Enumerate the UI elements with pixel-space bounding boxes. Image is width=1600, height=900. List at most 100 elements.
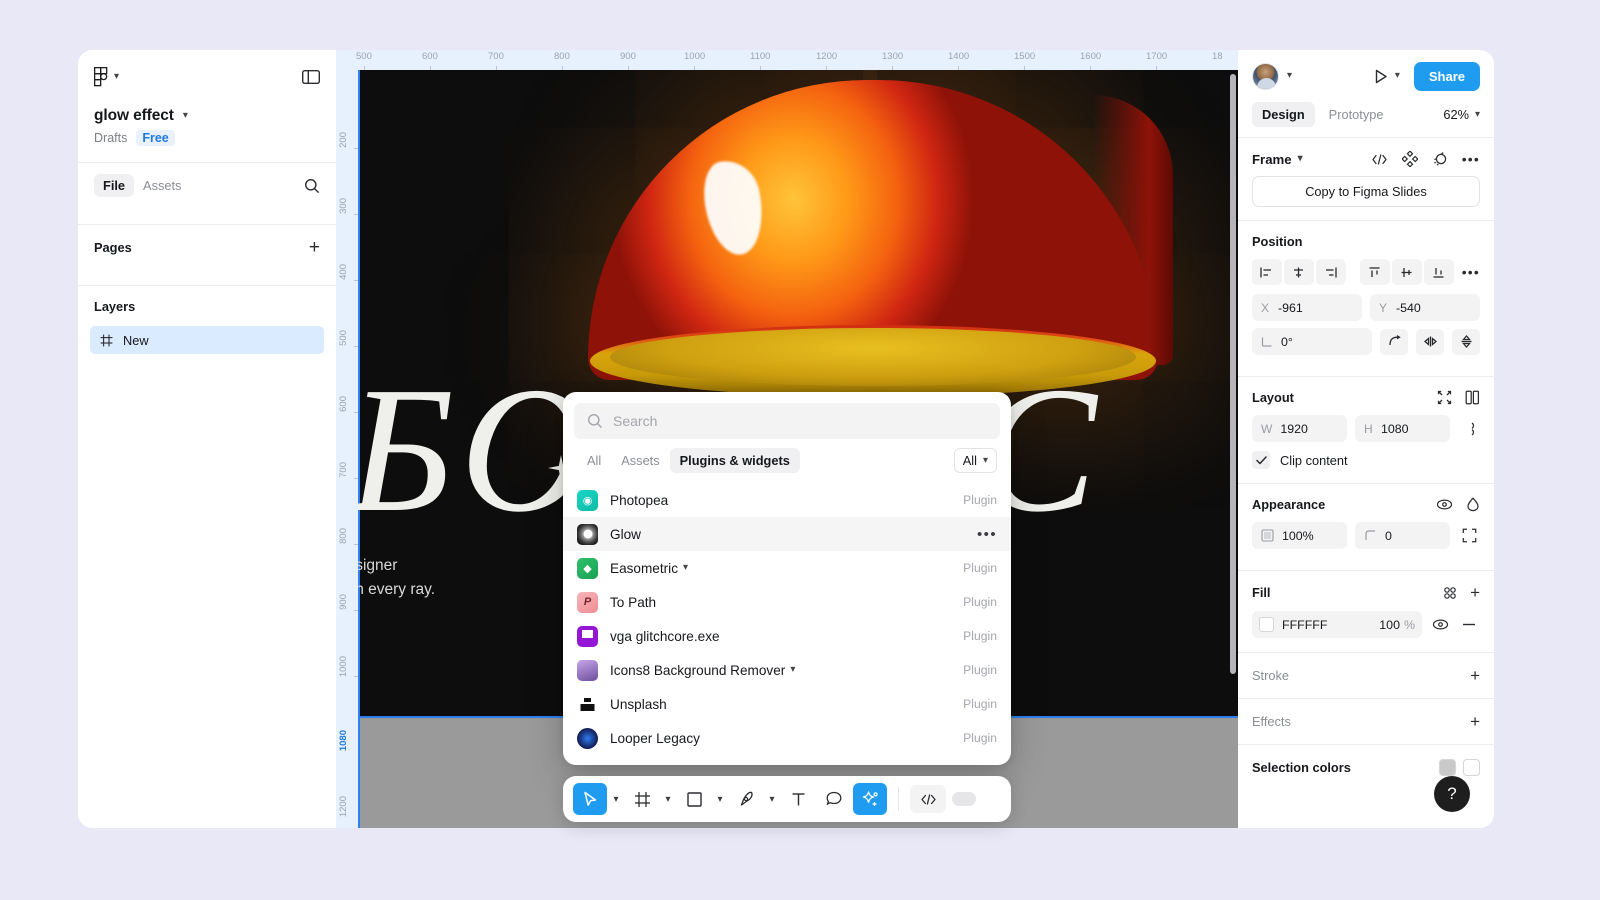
- plus-icon[interactable]: +: [1470, 584, 1480, 601]
- selection-actions: •••: [1371, 151, 1480, 167]
- dev-mode-button[interactable]: [910, 785, 946, 813]
- plus-icon[interactable]: +: [309, 238, 320, 257]
- independent-corners-icon[interactable]: [1458, 528, 1480, 543]
- position-title: Position: [1252, 234, 1302, 249]
- chevron-down-icon[interactable]: ▾: [1287, 71, 1292, 81]
- shape-tool-caret-icon[interactable]: ▾: [713, 783, 727, 815]
- styles-icon[interactable]: [1443, 586, 1457, 600]
- plugin-row-to-path[interactable]: P To Path Plugin: [563, 585, 1011, 619]
- filter-all[interactable]: All: [577, 448, 611, 473]
- fill-swatch[interactable]: [1259, 617, 1274, 632]
- visible-eye-icon[interactable]: [1429, 618, 1451, 631]
- zoom-control[interactable]: 62% ▾: [1443, 107, 1480, 122]
- shape-tool-button[interactable]: [677, 783, 711, 815]
- plugin-row-photopea[interactable]: ◉ Photopea Plugin: [563, 483, 1011, 517]
- chevron-down-icon[interactable]: ▾: [1395, 71, 1400, 81]
- selection-type[interactable]: Frame ▾: [1252, 152, 1303, 167]
- opacity-field[interactable]: 100%: [1252, 522, 1347, 549]
- align-bottom-icon[interactable]: [1424, 259, 1454, 285]
- align-horizontal-center-icon[interactable]: [1284, 259, 1314, 285]
- code-icon[interactable]: [1371, 153, 1388, 166]
- copy-to-figma-slides-button[interactable]: Copy to Figma Slides: [1252, 176, 1480, 207]
- resize-to-fit-icon[interactable]: [1437, 390, 1452, 405]
- plugin-row-glow[interactable]: Glow •••: [563, 517, 1011, 551]
- text-tool-button[interactable]: [781, 783, 815, 815]
- kind-select[interactable]: All ▾: [954, 448, 997, 473]
- chevron-down-icon[interactable]: ▾: [683, 563, 688, 573]
- filter-plugins-widgets[interactable]: Plugins & widgets: [670, 448, 800, 473]
- dev-mode-toggle[interactable]: [952, 792, 976, 806]
- fill-color-field[interactable]: FFFFFF 100 %: [1252, 611, 1422, 638]
- clip-content-checkbox[interactable]: [1252, 451, 1270, 469]
- visible-eye-icon[interactable]: [1436, 498, 1453, 511]
- filter-assets[interactable]: Assets: [611, 448, 669, 473]
- frame-tool-caret-icon[interactable]: ▾: [661, 783, 675, 815]
- tab-prototype[interactable]: Prototype: [1319, 102, 1394, 127]
- y-position-field[interactable]: Y -540: [1370, 294, 1480, 321]
- selection-color-swatch[interactable]: [1439, 759, 1456, 776]
- help-button[interactable]: ?: [1434, 776, 1470, 812]
- figma-home-button[interactable]: ▾: [94, 67, 119, 87]
- corner-radius-icon[interactable]: [1380, 329, 1408, 355]
- flip-vertical-icon[interactable]: [1452, 329, 1480, 355]
- layer-name: New: [123, 333, 149, 348]
- more-icon[interactable]: •••: [1462, 264, 1480, 280]
- layer-item-new[interactable]: New: [90, 326, 324, 354]
- clip-content-row[interactable]: Clip content: [1252, 451, 1480, 469]
- plugin-row-icons8-background-remover[interactable]: Icons8 Background Remover ▾ Plugin: [563, 653, 1011, 687]
- plugin-row-vga-glitchcore[interactable]: vga glitchcore.exe Plugin: [563, 619, 1011, 653]
- comment-tool-button[interactable]: [817, 783, 851, 815]
- ruler-tick: 1400: [948, 51, 969, 62]
- width-field[interactable]: W 1920: [1252, 415, 1347, 442]
- rotation-field[interactable]: 0°: [1252, 328, 1372, 355]
- plugin-row-easometric[interactable]: ◆ Easometric ▾ Plugin: [563, 551, 1011, 585]
- height-field[interactable]: H 1080: [1355, 415, 1450, 442]
- frame-tool-button[interactable]: [625, 783, 659, 815]
- tab-file[interactable]: File: [94, 174, 134, 197]
- actions-tool-button[interactable]: [853, 783, 887, 815]
- move-tool-button[interactable]: [573, 783, 607, 815]
- popover-search-bar[interactable]: [574, 403, 1000, 439]
- more-icon[interactable]: •••: [977, 526, 997, 543]
- play-icon[interactable]: [1372, 68, 1389, 85]
- panel-layout-icon[interactable]: [302, 69, 320, 85]
- reset-icon[interactable]: [1432, 151, 1448, 167]
- chevron-down-icon[interactable]: ▾: [790, 665, 795, 675]
- component-icon[interactable]: [1402, 151, 1418, 167]
- plus-icon[interactable]: +: [1470, 667, 1480, 684]
- align-right-icon[interactable]: [1316, 259, 1346, 285]
- x-position-field[interactable]: X -961: [1252, 294, 1362, 321]
- blobs-icon: [577, 762, 598, 766]
- canvas-vertical-scrollbar[interactable]: [1230, 74, 1236, 674]
- auto-layout-icon[interactable]: [1465, 390, 1480, 405]
- more-icon[interactable]: •••: [1462, 151, 1480, 167]
- move-tool-caret-icon[interactable]: ▾: [609, 783, 623, 815]
- tab-design[interactable]: Design: [1252, 102, 1315, 127]
- align-vertical-center-icon[interactable]: [1392, 259, 1422, 285]
- figma-logo-icon: [94, 67, 108, 87]
- plan-badge[interactable]: Free: [136, 130, 174, 146]
- minus-icon[interactable]: [1458, 623, 1480, 626]
- search-input[interactable]: [613, 413, 987, 429]
- align-left-icon[interactable]: [1252, 259, 1282, 285]
- present-controls: ▾: [1372, 68, 1400, 85]
- share-button[interactable]: Share: [1414, 62, 1480, 91]
- pen-tool-caret-icon[interactable]: ▾: [765, 783, 779, 815]
- tab-assets[interactable]: Assets: [134, 174, 190, 197]
- plugin-row-unsplash[interactable]: Unsplash Plugin: [563, 687, 1011, 721]
- plugin-row-blobs[interactable]: Blobs Plugin: [563, 755, 1011, 765]
- file-title-row[interactable]: glow effect ▾: [94, 107, 320, 125]
- layout-section: Layout: [1238, 377, 1494, 483]
- search-icon[interactable]: [304, 178, 320, 194]
- selection-color-swatch[interactable]: [1463, 759, 1480, 776]
- plus-icon[interactable]: +: [1470, 713, 1480, 730]
- flip-horizontal-icon[interactable]: [1416, 329, 1444, 355]
- plugin-row-looper-legacy[interactable]: Looper Legacy Plugin: [563, 721, 1011, 755]
- fill-opacity[interactable]: 100 %: [1379, 618, 1415, 632]
- pen-tool-button[interactable]: [729, 783, 763, 815]
- corner-radius-field[interactable]: 0: [1355, 522, 1450, 549]
- avatar[interactable]: [1252, 63, 1279, 90]
- blend-mode-icon[interactable]: [1466, 497, 1480, 512]
- align-top-icon[interactable]: [1360, 259, 1390, 285]
- aspect-ratio-lock-icon[interactable]: [1458, 421, 1480, 437]
